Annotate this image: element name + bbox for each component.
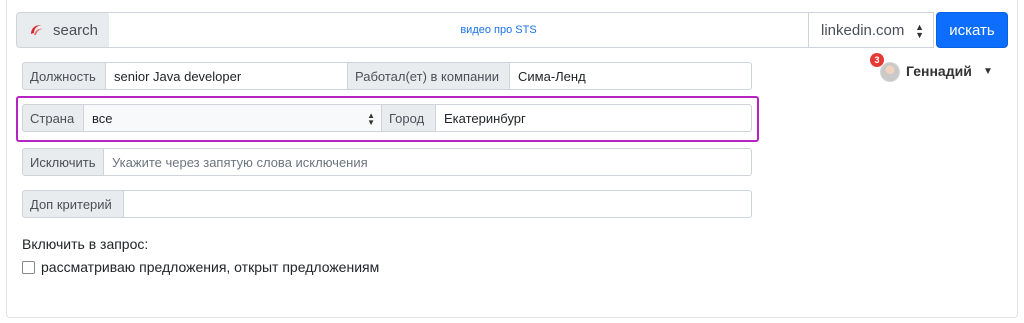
swirl-logo-icon xyxy=(31,25,43,35)
caret-down-icon[interactable]: ▼ xyxy=(983,66,993,77)
extra-criteria-label: Доп критерий xyxy=(22,190,124,218)
company-input[interactable]: Сима-Ленд xyxy=(510,62,752,90)
search-input[interactable]: видео про STS xyxy=(109,12,809,48)
site-select-value: linkedin.com xyxy=(821,21,905,39)
exclude-input[interactable]: Укажите через запятую слова исключения xyxy=(104,148,752,176)
position-label: Должность xyxy=(22,62,106,90)
open-to-offers-label[interactable]: рассматриваю предложения, открыт предлож… xyxy=(41,259,379,275)
select-arrows-icon: ▲ ▼ xyxy=(915,22,924,40)
position-input[interactable]: senior Java developer xyxy=(106,62,348,90)
user-name[interactable]: Геннадий xyxy=(906,63,972,79)
notification-badge: 3 xyxy=(870,53,884,67)
include-option[interactable]: рассматриваю предложения, открыт предлож… xyxy=(22,259,379,275)
country-select[interactable]: все ▲ ▼ xyxy=(84,104,382,132)
city-label: Город xyxy=(382,104,436,132)
include-heading: Включить в запрос: xyxy=(22,236,149,252)
search-bar: search видео про STS linkedin.com ▲ ▼ иск… xyxy=(16,12,1008,48)
exclude-label: Исключить xyxy=(22,148,104,176)
position-company-row: Должность senior Java developer Работал(… xyxy=(22,62,752,90)
company-label: Работал(ет) в компании xyxy=(348,62,510,90)
video-link[interactable]: видео про STS xyxy=(460,24,536,36)
avatar[interactable] xyxy=(880,62,900,82)
exclude-row: Исключить Укажите через запятую слова ис… xyxy=(22,148,752,176)
location-row: Страна все ▲ ▼ Город Екатеринбург xyxy=(22,104,752,132)
country-value: все xyxy=(92,110,113,126)
search-button[interactable]: искать xyxy=(936,12,1008,48)
select-arrows-icon: ▲ ▼ xyxy=(367,111,375,127)
country-label: Страна xyxy=(22,104,84,132)
brand-addon: search xyxy=(16,12,110,48)
site-select[interactable]: linkedin.com ▲ ▼ xyxy=(808,12,934,48)
city-input[interactable]: Екатеринбург xyxy=(436,104,752,132)
user-menu[interactable]: 3 Геннадий ▼ xyxy=(870,53,1000,91)
open-to-offers-checkbox[interactable] xyxy=(22,260,35,274)
brand-label: search xyxy=(53,21,99,39)
extra-criteria-input[interactable] xyxy=(124,190,752,218)
extra-criteria-row: Доп критерий xyxy=(22,190,752,218)
